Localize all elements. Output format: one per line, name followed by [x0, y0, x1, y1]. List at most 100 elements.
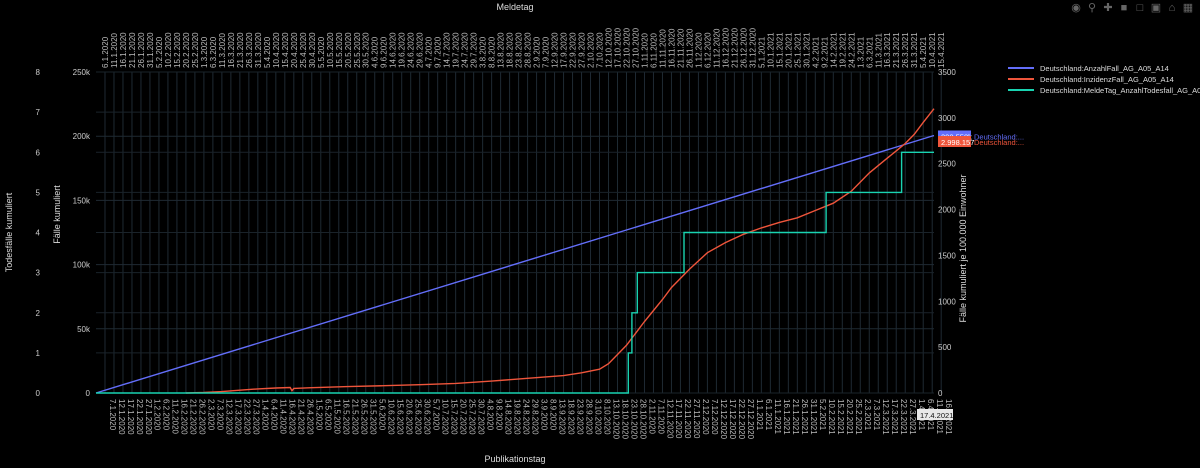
- top-tick-label: 20.4.2020: [290, 32, 299, 68]
- bottom-tick-label: 16.2.2020: [180, 399, 189, 435]
- bottom-tick-label: 22.12.2020: [737, 399, 746, 440]
- top-tick-label: 7.10.2020: [596, 32, 605, 68]
- bottom-tick-label: 17.11.2020: [674, 399, 683, 439]
- top-tick-label: 11.11.2020: [658, 29, 667, 68]
- bottom-tick-label: 13.9.2020: [557, 399, 566, 435]
- right-tick-label: 3500: [938, 68, 956, 77]
- bottom-tick-label: 10.6.2020: [387, 399, 396, 435]
- bottom-tick-label: 17.12.2020: [728, 399, 737, 440]
- top-tick-label: 19.2.2021: [838, 32, 847, 68]
- bottom-tick-label: 2.11.2020: [647, 399, 656, 435]
- bottom-tick-label: 16.4.2020: [288, 399, 297, 435]
- top-tick-label: 4.6.2020: [371, 36, 380, 68]
- bottom-axis-title: Publikationstag: [484, 454, 545, 464]
- top-tick-label: 28.8.2020: [524, 32, 533, 68]
- bottom-tick-label: 15.2.2021: [836, 399, 845, 435]
- top-tick-label: 9.7.2020: [434, 36, 443, 68]
- top-tick-label: 24.7.2020: [461, 32, 470, 68]
- top-tick-label: 10.4.2020: [272, 32, 281, 68]
- legend-label-1: Deutschland:InzidenzFall_AG_A05_A14: [1040, 75, 1174, 84]
- bottom-tick-label: 31.5.2020: [369, 399, 378, 435]
- bottom-tick-label: 29.8.2020: [530, 399, 539, 435]
- bottom-tick-label: 7.12.2020: [710, 399, 719, 435]
- bottom-tick-label: 17.3.2020: [234, 399, 243, 435]
- bottom-tick-label: 27.1.2020: [144, 399, 153, 435]
- top-tick-label: 30.4.2020: [308, 32, 317, 68]
- bottom-tick-label: 10.2.2021: [827, 399, 836, 435]
- hover-labels: 200.558kDeutschland:...2.998.157Deutschl…: [917, 130, 1024, 420]
- right-tick-label: 500: [938, 343, 952, 352]
- top-tick-label: 6.11.2020: [649, 32, 658, 68]
- legend[interactable]: Deutschland:AnzahlFall_AG_A05_A14 Deutsch…: [1008, 64, 1200, 95]
- top-tick-label: 11.1.2020: [110, 32, 119, 68]
- top-tick-label: 15.4.2020: [281, 32, 290, 68]
- top-tick-label: 26.3.2020: [245, 32, 254, 68]
- top-tick-label: 22.10.2020: [622, 27, 631, 68]
- bottom-tick-label: 26.2.2020: [198, 399, 207, 435]
- top-tick-label: 16.1.2020: [119, 32, 128, 68]
- top-tick-label: 26.3.2021: [901, 32, 910, 68]
- top-tick-label: 26.12.2020: [739, 27, 748, 68]
- bottom-tick-label: 6.2.2020: [162, 399, 171, 431]
- bottom-tick-label: 17.1.2020: [126, 399, 135, 435]
- bottom-tick-label: 1.1.2021: [755, 399, 764, 431]
- top-tick-label: 1.11.2020: [640, 32, 649, 68]
- bottom-tick-label: 11.2.2020: [171, 399, 180, 435]
- outer-left-tick-label: 3: [36, 269, 41, 278]
- bottom-tick-label: 9.8.2020: [494, 399, 503, 431]
- top-tick-label: 21.3.2021: [892, 32, 901, 68]
- bottom-tick-label: 11.1.2021: [773, 399, 782, 435]
- bottom-tick-label: 8.10.2020: [602, 399, 611, 435]
- outer-left-tick-label: 2: [36, 309, 41, 318]
- left-tick-label: 50k: [77, 325, 91, 334]
- legend-label-0: Deutschland:AnzahlFall_AG_A05_A14: [1040, 64, 1169, 73]
- bottom-tick-label: 12.3.2020: [225, 399, 234, 435]
- bottom-tick-label: 22.3.2020: [243, 399, 252, 435]
- bottom-tick-label: 21.4.2020: [297, 399, 306, 435]
- top-tick-label: 6.1.2020: [101, 36, 110, 68]
- bottom-tick-label: 7.3.2021: [872, 399, 881, 431]
- top-tick-label: 12.9.2020: [551, 32, 560, 68]
- bottom-tick-label: 2.3.2020: [207, 399, 216, 431]
- bottom-tick-label: 12.11.2020: [665, 399, 674, 439]
- top-tick-label: 31.1.2020: [146, 32, 155, 68]
- bottom-tick-label: 19.8.2020: [512, 399, 521, 435]
- hover-series-1: Deutschland:...: [974, 138, 1024, 147]
- top-tick-label: 22.9.2020: [569, 32, 578, 68]
- top-tick-label: 8.8.2020: [488, 36, 497, 68]
- top-tick-label: 31.12.2020: [748, 27, 757, 68]
- bottom-tick-label: 2.12.2020: [701, 399, 710, 435]
- bottom-tick-label: 13.10.2020: [611, 399, 620, 440]
- bottom-tick-label: 25.7.2020: [467, 399, 476, 435]
- top-tick-label: 11.3.2020: [218, 32, 227, 68]
- top-tick-label: 3.8.2020: [479, 36, 488, 68]
- top-tick-label: 4.7.2020: [425, 36, 434, 68]
- top-tick-label: 13.8.2020: [497, 32, 506, 68]
- bottom-tick-label: 5.7.2020: [431, 399, 440, 431]
- bottom-tick-label: 5.2.2021: [818, 399, 827, 431]
- left-axis-title: Fälle kumuliert: [52, 185, 62, 244]
- top-tick-label: 31.3.2020: [254, 32, 263, 68]
- top-tick-label: 14.7.2020: [443, 32, 452, 68]
- top-tick-label: 17.9.2020: [560, 32, 569, 68]
- bottom-tick-label: 22.3.2021: [899, 399, 908, 435]
- top-tick-label: 19.7.2020: [452, 32, 461, 68]
- bottom-tick-label: 17.3.2021: [890, 399, 899, 435]
- bottom-tick-label: 3.9.2020: [539, 399, 548, 431]
- bottom-tick-label: 20.6.2020: [405, 399, 414, 435]
- bottom-tick-label: 30.6.2020: [422, 399, 431, 435]
- top-tick-label: 21.3.2020: [236, 32, 245, 68]
- top-axis-title: Meldetag: [496, 2, 533, 12]
- right-tick-label: 2000: [938, 206, 956, 215]
- top-tick-label: 20.2.2020: [182, 32, 191, 68]
- bottom-tick-label: 24.8.2020: [521, 399, 530, 435]
- top-tick-label: 4.2.2021: [811, 36, 820, 68]
- top-tick-label: 6.3.2020: [209, 36, 218, 68]
- bottom-tick-label: 6.1.2021: [764, 399, 773, 431]
- chart: 6.1.2020 11.1.2020 16.1.2020 21.1.2020 26.1.…: [4, 2, 1200, 464]
- top-tick-label: 16.3.2021: [883, 32, 892, 68]
- bottom-tick-label: 6.4.2020: [270, 399, 279, 431]
- bottom-tick-label: 27.3.2021: [908, 399, 917, 435]
- top-tick-label: 18.8.2020: [506, 32, 515, 68]
- bottom-tick-label: 1.4.2020: [261, 399, 270, 431]
